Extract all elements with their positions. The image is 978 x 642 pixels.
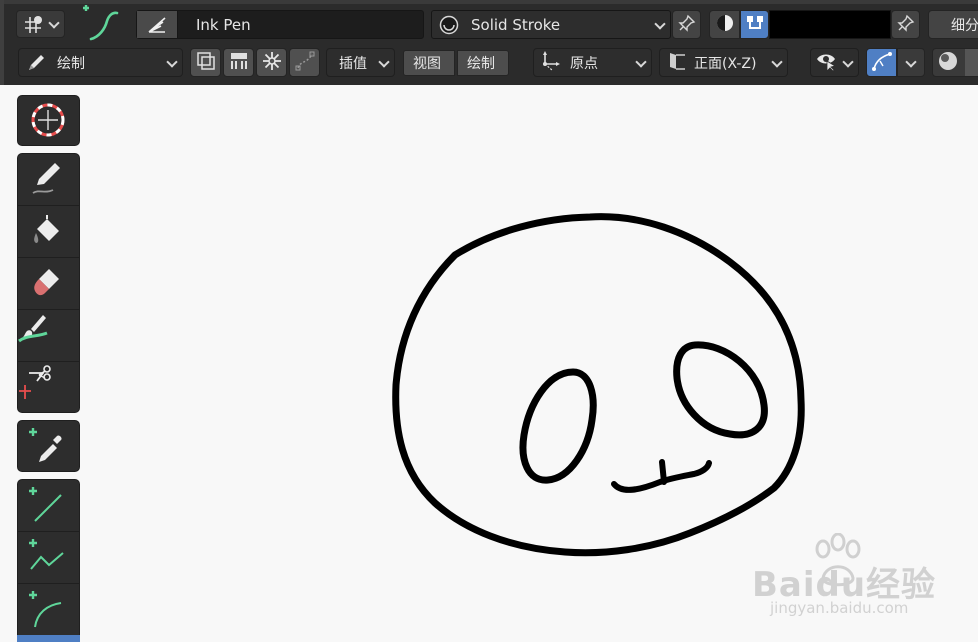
- curve-select-icon: [295, 51, 315, 75]
- subdivide-button[interactable]: 细分: [928, 10, 978, 39]
- draw-menu-label: 绘制: [467, 56, 495, 72]
- tool-tint[interactable]: [17, 309, 80, 361]
- vertex-color-icon: [745, 13, 765, 37]
- stroke-placement-selector[interactable]: 原点: [533, 48, 652, 77]
- tool-cutter[interactable]: [17, 361, 80, 413]
- line-tool-icon: [29, 487, 62, 522]
- eyedropper-icon: [29, 428, 62, 462]
- left-eye-stroke: [519, 368, 597, 484]
- color-swatch[interactable]: [769, 10, 891, 39]
- face-outline-stroke: [392, 213, 805, 557]
- overlay-toggle-button[interactable]: [866, 48, 897, 77]
- pin-icon: [678, 14, 696, 36]
- mouth-stroke: [611, 459, 712, 493]
- stroke-select-button[interactable]: [289, 48, 320, 77]
- editor-type-selector[interactable]: [16, 10, 65, 38]
- drawing-plane-selector[interactable]: 正面(X-Z): [659, 48, 788, 77]
- material-mode-icon: [715, 13, 735, 37]
- tool-draw[interactable]: [17, 153, 80, 205]
- eye-cursor-icon: [816, 50, 838, 76]
- material-color-mode-button[interactable]: [709, 10, 740, 39]
- brush-selector[interactable]: Ink Pen: [136, 10, 424, 39]
- cutter-scissors-icon: [19, 365, 51, 399]
- pin-material-button[interactable]: [672, 10, 701, 39]
- fill-bucket-icon: [34, 215, 59, 243]
- tool-fill[interactable]: [17, 205, 80, 257]
- brush-thumbnail-icon: [137, 11, 178, 38]
- tint-brush-icon: [18, 315, 48, 343]
- baidu-watermark: Baidu经验 jingyan.baidu.com: [752, 533, 935, 625]
- layers-lock-icon: [229, 51, 249, 75]
- tool-polyline[interactable]: [17, 531, 80, 583]
- origin-icon: [540, 50, 562, 76]
- view-menu[interactable]: 视图: [403, 50, 455, 76]
- drawing-viewport[interactable]: Baidu经验 jingyan.baidu.com: [0, 85, 978, 642]
- material-name: Solid Stroke: [471, 15, 561, 34]
- viewport-shading-button[interactable]: [932, 48, 978, 77]
- polyline-tool-icon: [29, 539, 64, 570]
- interpolate-menu[interactable]: 插值: [326, 48, 395, 77]
- pin-icon: [897, 14, 915, 36]
- pin-color-button[interactable]: [891, 10, 920, 39]
- multiframe-button[interactable]: [190, 48, 221, 77]
- shading-icon: [937, 50, 959, 76]
- view-menu-label: 视图: [413, 56, 441, 72]
- active-tool-draw-icon[interactable]: [77, 3, 127, 43]
- tool-eyedropper[interactable]: [17, 420, 80, 472]
- tool-line[interactable]: [17, 479, 80, 531]
- pencil-draw-icon: [32, 163, 60, 194]
- lock-unselected-button[interactable]: [256, 48, 287, 77]
- snowflake-icon: [262, 51, 282, 75]
- tool-cursor[interactable]: [17, 95, 80, 146]
- draw-menu[interactable]: 绘制: [457, 50, 509, 76]
- autolock-layers-button[interactable]: [223, 48, 254, 77]
- right-eye-stroke: [673, 341, 768, 439]
- overlay-dropdown[interactable]: [897, 48, 925, 77]
- tool-erase[interactable]: [17, 257, 80, 309]
- eraser-icon: [34, 269, 59, 296]
- mode-selector[interactable]: 绘制: [18, 48, 183, 77]
- tool-active-highlight: [17, 635, 80, 642]
- front-plane-icon: [666, 50, 688, 76]
- origin-label: 原点: [570, 55, 598, 72]
- grease-pencil-editor-icon: [23, 14, 47, 40]
- vertex-color-mode-button[interactable]: [740, 10, 769, 39]
- object-visibility-button[interactable]: [810, 48, 859, 77]
- watermark-url: jingyan.baidu.com: [770, 599, 909, 617]
- material-selector[interactable]: Solid Stroke: [431, 10, 671, 39]
- interpolate-label: 插值: [339, 55, 367, 72]
- tool-arc[interactable]: [17, 583, 80, 635]
- cursor-icon: [31, 103, 65, 137]
- multiframe-icon: [196, 51, 216, 75]
- material-sphere-icon: [439, 15, 459, 35]
- header-top-edge: [0, 0, 978, 4]
- orientation-label: 正面(X-Z): [694, 55, 757, 72]
- mode-label: 绘制: [57, 55, 85, 72]
- arc-tool-icon: [29, 591, 62, 628]
- brush-name: Ink Pen: [196, 15, 251, 34]
- draw-mode-icon: [25, 52, 47, 74]
- overlay-curve-icon: [871, 50, 893, 76]
- subdivide-label: 细分: [951, 17, 978, 34]
